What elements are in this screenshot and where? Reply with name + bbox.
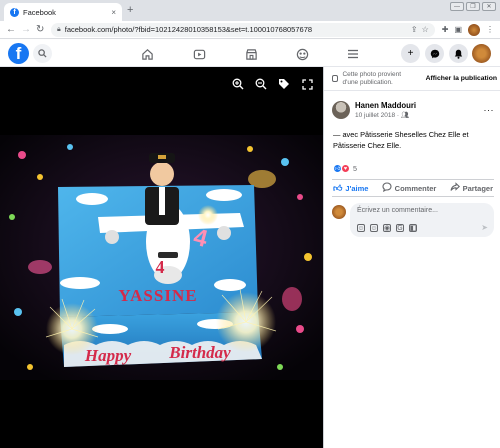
reload-icon[interactable]: ↻: [36, 24, 44, 35]
facebook-logo[interactable]: f: [8, 43, 29, 64]
zoom-out-icon[interactable]: [254, 77, 268, 91]
facebook-logo-letter: f: [15, 44, 22, 63]
maximize-button[interactable]: ❐: [466, 2, 480, 11]
post-date-text[interactable]: 10 juillet 2018 ·: [355, 112, 399, 119]
like-label: J'aime: [345, 183, 369, 193]
marketplace-icon[interactable]: [243, 46, 259, 62]
notice-text: Cette photo provient d'une publication.: [342, 70, 402, 86]
window-controls: — ❐ ✕: [450, 2, 496, 11]
url-box[interactable]: 🔒︎ facebook.com/photo/?fbid=102124280103…: [51, 22, 435, 37]
tab-close-icon[interactable]: ×: [111, 8, 116, 17]
comment-label: Commenter: [394, 183, 437, 193]
reaction-count[interactable]: 5: [353, 164, 357, 173]
profile-avatar[interactable]: [472, 44, 491, 63]
photo-viewer[interactable]: 4 4 YASSINE Happy Birthday: [0, 67, 323, 448]
more-options-icon[interactable]: ···: [484, 105, 495, 115]
watch-video-icon[interactable]: [191, 46, 207, 62]
side-panel-icon[interactable]: ▣: [454, 25, 462, 34]
bookmark-star-icon[interactable]: ☆: [422, 25, 429, 34]
comment-tools: ☺ ☺ ◉ G ◧: [357, 224, 417, 232]
comment-bubble-icon: [382, 182, 392, 194]
cake-name-text: YASSINE: [118, 286, 197, 305]
tag-icon[interactable]: [277, 77, 291, 91]
view-publication-button[interactable]: Afficher la publication: [426, 75, 497, 82]
cake-photo: 4 4 YASSINE Happy Birthday: [0, 135, 323, 380]
cake-number-text: 4: [156, 257, 165, 277]
close-window-button[interactable]: ✕: [482, 2, 496, 11]
cake-greeting-right: Birthday: [168, 343, 231, 362]
share-page-icon[interactable]: ⇪: [411, 25, 418, 34]
share-arrow-icon: [450, 182, 460, 194]
facebook-favicon-icon: f: [10, 7, 19, 17]
browser-profile-avatar[interactable]: [468, 23, 480, 36]
browser-tab[interactable]: f Facebook ×: [4, 3, 122, 21]
url-text[interactable]: facebook.com/photo/?fbid=102124280103581…: [65, 25, 407, 34]
sticker-icon[interactable]: ◧: [409, 224, 417, 232]
publication-notice: Cette photo provient d'une publication. …: [324, 67, 500, 91]
send-icon[interactable]: ➤: [481, 223, 488, 232]
new-tab-button[interactable]: +: [127, 4, 133, 16]
extension-icons: ✚ ▣ ⋮: [442, 23, 494, 36]
groups-icon[interactable]: [294, 46, 310, 62]
search-icon[interactable]: [33, 44, 52, 63]
create-plus-icon[interactable]: +: [401, 44, 420, 63]
facebook-header: f +: [0, 40, 500, 67]
camera-icon[interactable]: ◉: [383, 224, 391, 232]
extensions-puzzle-icon[interactable]: ✚: [442, 25, 449, 34]
notifications-bell-icon[interactable]: [449, 44, 468, 63]
back-icon[interactable]: ←: [6, 24, 16, 35]
post-actions: 👍︎ J'aime Commenter Partager: [332, 179, 494, 197]
like-button[interactable]: 👍︎ J'aime: [333, 183, 368, 194]
comment-input[interactable]: Écrivez un commentaire... ☺ ☺ ◉ G ◧ ➤: [350, 203, 494, 237]
share-label: Partager: [462, 183, 493, 193]
fullscreen-icon[interactable]: [300, 77, 314, 91]
minimize-button[interactable]: —: [450, 2, 464, 11]
emoji-icon[interactable]: ☺: [370, 224, 378, 232]
post-date[interactable]: 10 juillet 2018 · 👥︎: [355, 111, 479, 119]
address-bar: ← → ↻ 🔒︎ facebook.com/photo/?fbid=102124…: [0, 21, 500, 39]
commenter-avatar[interactable]: [332, 205, 346, 219]
forward-icon[interactable]: →: [21, 24, 31, 35]
post-author: Hanen Maddouri 10 juillet 2018 · 👥︎ ···: [332, 99, 494, 121]
thumbs-up-icon: 👍︎: [333, 182, 343, 193]
comment-placeholder[interactable]: Écrivez un commentaire...: [357, 207, 438, 214]
tab-title: Facebook: [23, 7, 56, 17]
zoom-in-icon[interactable]: [231, 77, 245, 91]
notice-info-icon: [332, 75, 339, 82]
browser-tab-bar: f Facebook × + — ❐ ✕: [0, 0, 500, 21]
menu-hamburger-icon[interactable]: [345, 46, 361, 62]
home-icon[interactable]: [139, 46, 155, 62]
cake-greeting-left: Happy: [84, 346, 132, 365]
browser-menu-icon[interactable]: ⋮: [486, 25, 494, 34]
author-name[interactable]: Hanen Maddouri: [355, 101, 479, 110]
share-button[interactable]: Partager: [450, 182, 493, 194]
reactions-summary[interactable]: 👍︎ ♥ 5: [333, 164, 357, 173]
comment-composer: Écrivez un commentaire... ☺ ☺ ◉ G ◧ ➤: [332, 203, 494, 237]
post-text: — avec Pâtisserie Sheselles Chez Elle et…: [333, 130, 469, 150]
avatar-sticker-icon[interactable]: ☺: [357, 224, 365, 232]
love-reaction-icon: ♥: [341, 164, 350, 173]
comment-button[interactable]: Commenter: [382, 182, 437, 194]
author-avatar[interactable]: [332, 101, 350, 119]
gif-icon[interactable]: G: [396, 224, 404, 232]
messenger-icon[interactable]: [425, 44, 444, 63]
post-side-panel: Cette photo provient d'une publication. …: [323, 67, 500, 448]
friends-audience-icon: 👥︎: [400, 112, 410, 119]
lock-icon[interactable]: 🔒︎: [57, 26, 61, 34]
